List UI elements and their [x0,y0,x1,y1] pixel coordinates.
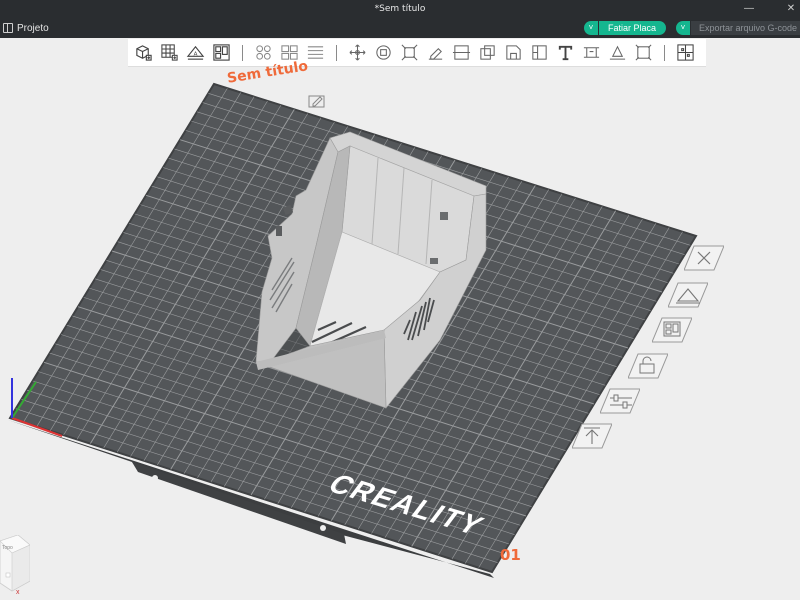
toolbar-separator [336,44,337,61]
export-group: ˅ Exportar arquivo G-code [676,21,800,35]
scale-icon[interactable] [398,41,421,65]
arrange-icon[interactable] [210,41,233,65]
plate-settings-icon[interactable] [599,387,641,415]
slice-plate-button[interactable]: Fatiar Placa [599,21,667,35]
delete-plate-icon[interactable] [683,244,725,272]
emboss-icon[interactable] [606,41,629,65]
view-cube[interactable]: Topo [0,535,30,593]
lock-plate-icon[interactable] [627,352,669,380]
add-object-icon[interactable] [132,41,155,65]
project-menu-label: Projeto [17,22,49,34]
svg-text:A: A [194,51,198,57]
project-menu[interactable]: Projeto [3,18,49,38]
split-objects-icon[interactable] [252,41,275,65]
window-title: *Sem título [374,4,426,14]
main-toolbar: A [128,39,706,67]
cut-icon[interactable] [450,41,473,65]
plate-hole [320,525,326,531]
slice-group: ˅ Fatiar Placa [584,21,667,35]
move-plate-icon[interactable] [571,422,613,450]
orient-plate-icon[interactable] [667,281,709,309]
assemble-icon[interactable] [674,41,697,65]
plate-number: 01 [500,546,521,564]
merge-icon[interactable] [476,41,499,65]
export-dropdown-chevron-icon[interactable]: ˅ [676,21,690,35]
toolbar-separator [664,44,665,61]
move-icon[interactable] [346,41,369,65]
support-paint-icon[interactable] [502,41,525,65]
seam-paint-icon[interactable] [528,41,551,65]
window-titlebar: *Sem título — ✕ [0,0,800,18]
rotate-icon[interactable] [372,41,395,65]
measure-icon[interactable] [580,41,603,65]
lay-on-face-icon[interactable] [632,41,655,65]
slice-dropdown-chevron-icon[interactable]: ˅ [584,21,598,35]
paint-icon[interactable] [424,41,447,65]
export-gcode-button[interactable]: Exportar arquivo G-code [691,21,800,35]
view-cube-top-label: Topo [2,545,13,551]
plate-hole [152,475,158,481]
toolbar-separator [242,44,243,61]
minimize-icon[interactable]: — [742,2,756,16]
close-icon[interactable]: ✕ [784,2,798,16]
viewcube-axis-x-label: x [16,589,20,596]
panel-icon [3,23,13,33]
auto-orient-icon[interactable]: A [184,41,207,65]
edit-icon[interactable] [308,94,326,108]
text-icon[interactable] [554,41,577,65]
add-plate-icon[interactable] [158,41,181,65]
arrange-plate-icon[interactable] [651,316,693,344]
